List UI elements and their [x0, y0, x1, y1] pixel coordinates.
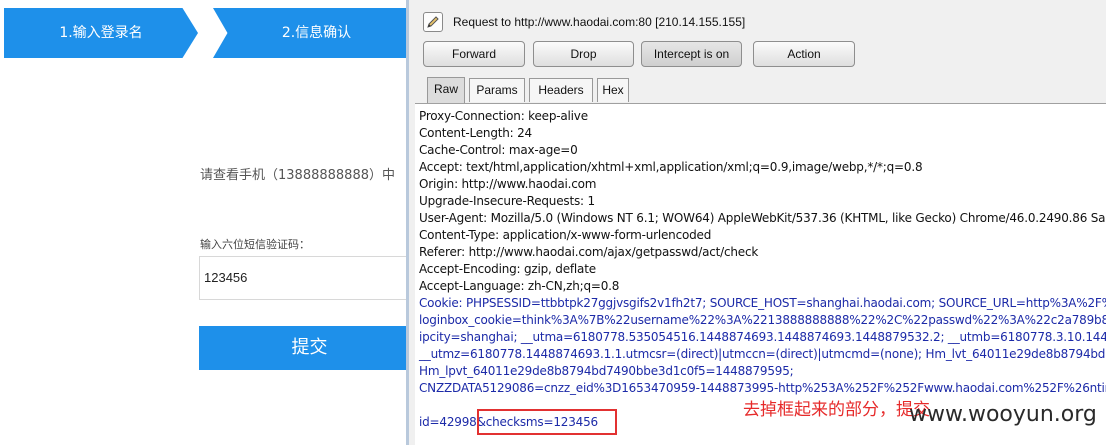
request-target: Request to http://www.haodai.com:80 [210…	[453, 15, 746, 29]
header-line: Content-Type: application/x-www-form-url…	[419, 228, 712, 242]
header-line: Referer: http://www.haodai.com/ajax/getp…	[419, 245, 759, 259]
submit-button[interactable]: 提交	[199, 326, 420, 370]
pencil-icon[interactable]	[423, 12, 443, 32]
header-line: Cache-Control: max-age=0	[419, 143, 578, 157]
header-line: Accept-Encoding: gzip, deflate	[419, 262, 596, 276]
step-2: 2.信息确认	[213, 8, 420, 58]
forward-button[interactable]: Forward	[423, 41, 525, 67]
header-line: Accept: text/html,application/xhtml+xml,…	[419, 160, 923, 174]
sms-code-label: 输入六位短信验证码：	[200, 238, 310, 251]
request-line: Request to http://www.haodai.com:80 [210…	[423, 10, 745, 34]
intercept-toggle-button[interactable]: Intercept is on	[641, 41, 742, 67]
phone-message: 请查看手机（13888888888）中	[200, 168, 395, 183]
annotation-note: 去掉框起来的部分，提交	[743, 400, 930, 420]
body-id-param: id=42998	[419, 415, 477, 429]
raw-request-editor[interactable]: Proxy-Connection: keep-alive Content-Len…	[415, 103, 1106, 445]
header-line: Origin: http://www.haodai.com	[419, 177, 597, 191]
cookie-line: Hm_lpvt_64011e29de8b8794bd7490bbe3d1c0f5…	[419, 364, 794, 378]
highlight-box	[477, 409, 617, 435]
action-button[interactable]: Action	[753, 41, 855, 67]
tab-raw[interactable]: Raw	[427, 77, 465, 103]
tab-headers[interactable]: Headers	[529, 78, 593, 102]
tab-params[interactable]: Params	[469, 78, 525, 102]
watermark: www.wooyun.org	[909, 402, 1097, 427]
step-1: 1.输入登录名	[4, 8, 198, 58]
cookie-line: ipcity=shanghai; __utma=6180778.53505451…	[419, 330, 1106, 344]
web-page: 1.输入登录名 2.信息确认 请查看手机（13888888888）中 输入六位短…	[0, 0, 420, 445]
cookie-line: Cookie: PHPSESSID=ttbbtpk27ggjvsgifs2v1f…	[419, 296, 1106, 310]
cookie-line: loginbox_cookie=think%3A%7B%22username%2…	[419, 313, 1106, 327]
tab-hex[interactable]: Hex	[597, 78, 629, 102]
header-line: Proxy-Connection: keep-alive	[419, 109, 588, 123]
header-line: Content-Length: 24	[419, 126, 532, 140]
burp-intercept-panel: Request to http://www.haodai.com:80 [210…	[406, 0, 1106, 445]
header-line: User-Agent: Mozilla/5.0 (Windows NT 6.1;…	[419, 211, 1106, 225]
drop-button[interactable]: Drop	[533, 41, 634, 67]
header-line: Accept-Language: zh-CN,zh;q=0.8	[419, 279, 620, 293]
sms-code-input[interactable]: 123456	[199, 256, 419, 300]
cookie-line: __utmz=6180778.1448874693.1.1.utmcsr=(di…	[419, 347, 1106, 361]
step-bar: 1.输入登录名 2.信息确认	[0, 0, 420, 60]
header-line: Upgrade-Insecure-Requests: 1	[419, 194, 595, 208]
